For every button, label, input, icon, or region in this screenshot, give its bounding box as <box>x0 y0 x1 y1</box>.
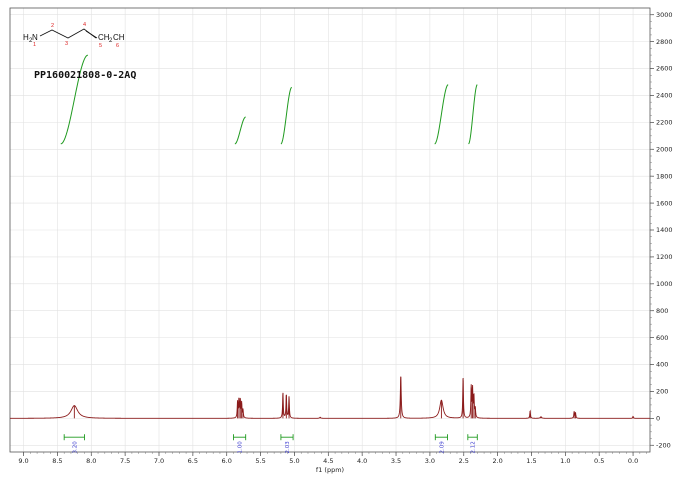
locant-5: 5 <box>99 43 102 49</box>
y-tick-label: 800 <box>656 307 668 315</box>
y-tick-label: 2600 <box>656 65 673 73</box>
y-tick-label: 2200 <box>656 119 673 127</box>
spectrum-trace <box>10 376 650 419</box>
integral-curve <box>280 86 292 145</box>
x-tick-label: 1.0 <box>560 457 570 465</box>
y-tick-label: 0 <box>656 415 660 423</box>
carbon-chain-bonds <box>39 28 97 39</box>
y-tick-label: 1400 <box>656 226 673 234</box>
y-tick-label: 1200 <box>656 253 673 261</box>
x-tick-label: 4.5 <box>323 457 333 465</box>
locant-2: 2 <box>51 23 54 29</box>
integral-value-label: 2.03 <box>285 441 291 454</box>
integral-regions: 3.20 1.00 2.03 2.09 2.12 <box>63 434 478 454</box>
y-tick-label: 400 <box>656 361 668 369</box>
x-tick-label: 0.0 <box>628 457 638 465</box>
sample-id: PP160021808-0-2AQ <box>34 70 136 81</box>
x-tick-label: 8.5 <box>52 457 62 465</box>
integral-value-label: 2.09 <box>439 441 445 454</box>
x-tick-label: 4.0 <box>357 457 367 465</box>
methylene-ch: CH <box>98 33 110 42</box>
x-axis: 9.0 8.5 8.0 7.5 7.0 6.5 6.0 5.5 5.0 4.5 4.0 3.5 3.0 2… <box>18 452 647 465</box>
locant-6: 6 <box>116 43 119 49</box>
x-tick-label: 3.0 <box>425 457 435 465</box>
x-tick-label: 9.0 <box>18 457 28 465</box>
molecule-structure: H 2 N CH 2 CH 1 2 3 4 5 6 <box>23 22 125 49</box>
y-tick-label: 3000 <box>656 11 673 19</box>
y-tick-label: 1800 <box>656 172 673 180</box>
x-tick-label: 8.0 <box>86 457 96 465</box>
x-tick-label: 7.5 <box>120 457 130 465</box>
spectrum <box>10 376 650 419</box>
y-tick-label: 2400 <box>656 92 673 100</box>
integral-curve <box>434 84 449 145</box>
x-axis-title: f1 (ppm) <box>316 466 344 474</box>
amine-n: N <box>32 33 38 42</box>
y-tick-label: 200 <box>656 388 668 396</box>
x-tick-label: 6.0 <box>222 457 232 465</box>
x-tick-label: 2.0 <box>492 457 502 465</box>
y-tick-label: 2000 <box>656 145 673 153</box>
locant-4: 4 <box>83 22 86 28</box>
integral-curve <box>234 116 246 145</box>
integral-value-label: 3.20 <box>72 441 78 454</box>
x-tick-label: 0.5 <box>594 457 604 465</box>
terminal-ch: CH <box>113 33 125 42</box>
integral-value-label: 2.12 <box>471 441 477 453</box>
x-tick-label: 2.5 <box>459 457 469 465</box>
y-tick-label: 2800 <box>656 38 673 46</box>
integral-curve <box>468 84 478 145</box>
x-tick-label: 1.5 <box>526 457 536 465</box>
y-axis: -200 0 200 400 600 800 1000 1200 1400 1600 1800 200… <box>650 11 673 449</box>
x-tick-label: 5.0 <box>289 457 299 465</box>
integral-value-label: 1.00 <box>238 441 244 454</box>
y-tick-label: 1600 <box>656 199 673 207</box>
y-tick-label: 600 <box>656 334 668 342</box>
nmr-spectrum-chart: 9.0 8.5 8.0 7.5 7.0 6.5 6.0 5.5 5.0 4.5 4.0 3.5 3.0 2… <box>9 7 673 474</box>
y-tick-label: 1000 <box>656 280 673 288</box>
locant-1: 1 <box>33 42 36 48</box>
y-tick-label: -200 <box>656 441 671 449</box>
locant-3: 3 <box>65 41 68 47</box>
x-tick-label: 6.5 <box>188 457 198 465</box>
x-tick-label: 7.0 <box>154 457 164 465</box>
x-tick-label: 5.5 <box>255 457 265 465</box>
x-tick-label: 3.5 <box>391 457 401 465</box>
